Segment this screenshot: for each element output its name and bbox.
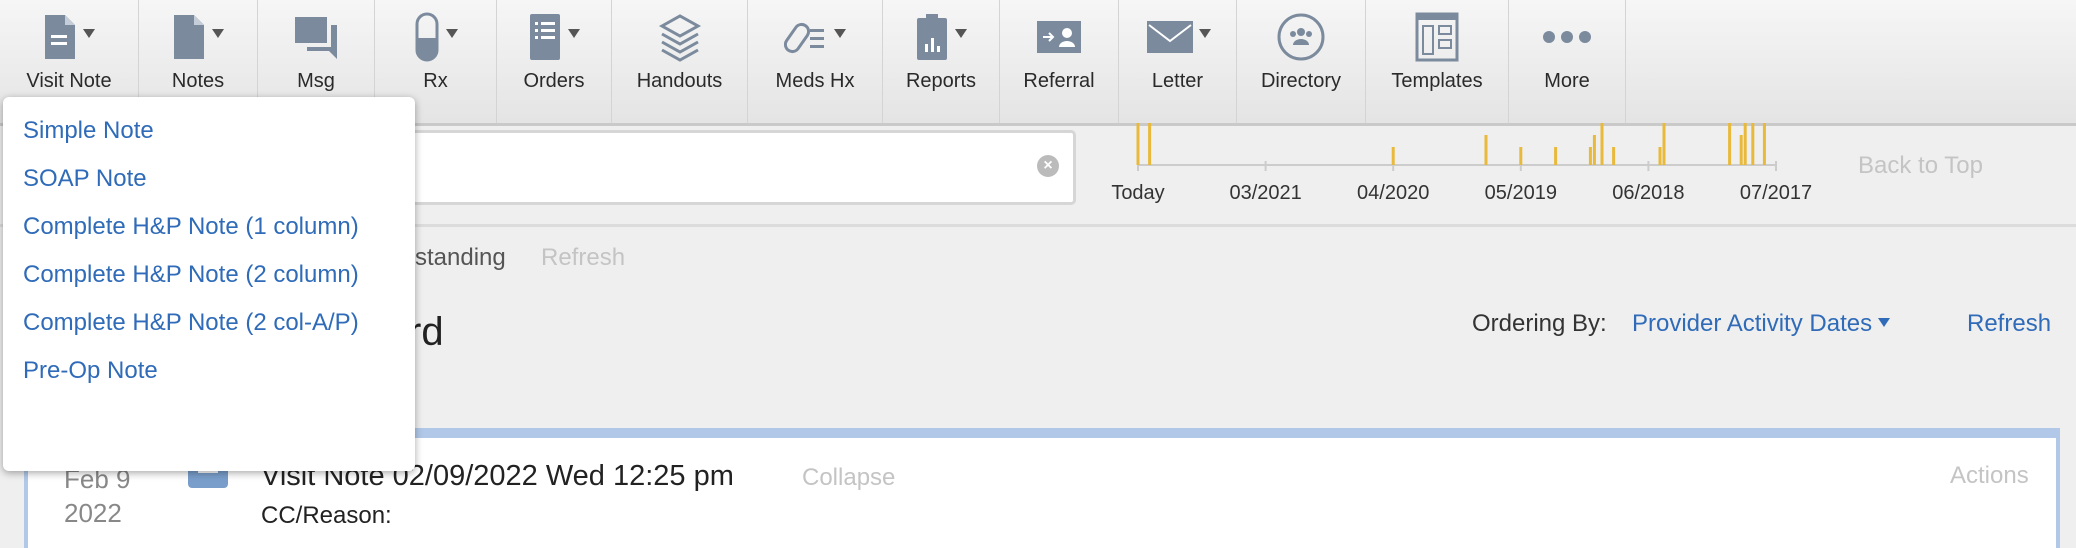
handouts-stack-icon bbox=[658, 12, 702, 62]
toolbar-label: Rx bbox=[423, 70, 448, 92]
toolbar-label: Orders bbox=[523, 70, 585, 92]
templates-icon bbox=[1415, 12, 1459, 62]
ordering-value: Provider Activity Dates bbox=[1632, 310, 1873, 337]
toolbar-button-more[interactable]: More bbox=[1509, 0, 1626, 123]
timeline-bar[interactable] bbox=[1391, 147, 1395, 165]
back-to-top-link[interactable]: Back to Top bbox=[1858, 152, 1983, 180]
caret-down-icon bbox=[445, 28, 458, 38]
timeline-bar[interactable] bbox=[1588, 147, 1592, 165]
timeline-bar[interactable] bbox=[1136, 123, 1140, 165]
ordering-label: Ordering By: bbox=[1472, 310, 1607, 337]
directory-people-icon bbox=[1276, 12, 1326, 62]
toolbar-label: Meds Hx bbox=[775, 70, 855, 92]
toolbar-label: Msg bbox=[297, 70, 335, 92]
ordering-select[interactable]: Provider Activity Dates bbox=[1632, 310, 1891, 338]
timeline-tick-label: Today bbox=[1111, 182, 1165, 204]
toolbar-label: Reports bbox=[905, 70, 977, 92]
timeline-bar[interactable] bbox=[1739, 135, 1743, 165]
visit-note-dropdown-menu: Simple Note SOAP Note Complete H&P Note (1… bbox=[3, 97, 415, 471]
timeline-bar[interactable] bbox=[1662, 123, 1666, 165]
timeline-bar[interactable] bbox=[1148, 123, 1152, 165]
outstanding-filter[interactable]: standing bbox=[415, 244, 506, 272]
entry-year: 2022 bbox=[64, 498, 122, 528]
refresh-link[interactable]: Refresh bbox=[1967, 310, 2051, 338]
clear-search-icon[interactable]: × bbox=[1037, 155, 1059, 177]
actions-link[interactable]: Actions bbox=[1950, 462, 2029, 490]
timeline-bar[interactable] bbox=[1743, 123, 1747, 165]
menu-item[interactable]: Complete H&P Note (2 col-A/P) bbox=[23, 305, 403, 341]
toolbar-label: Letter bbox=[1151, 70, 1204, 92]
meds-history-icon bbox=[784, 17, 828, 57]
envelope-icon bbox=[1145, 17, 1193, 57]
menu-item[interactable]: Complete H&P Note (2 column) bbox=[23, 257, 403, 293]
timeline-tick-label: 05/2019 bbox=[1484, 182, 1557, 204]
toolbar-button-meds-hx[interactable]: Meds Hx bbox=[748, 0, 883, 123]
orders-list-icon bbox=[528, 12, 562, 62]
toolbar-label: Handouts bbox=[636, 70, 723, 92]
notes-icon bbox=[172, 13, 206, 61]
timeline-bar[interactable] bbox=[1751, 123, 1755, 165]
timeline-bar[interactable] bbox=[1484, 135, 1488, 165]
timeline-bar[interactable] bbox=[1658, 147, 1662, 165]
menu-item[interactable]: Simple Note bbox=[23, 113, 403, 149]
toolbar-label: Visit Note bbox=[26, 70, 112, 92]
caret-down-icon bbox=[568, 28, 580, 38]
cc-reason-label: CC/Reason: bbox=[261, 502, 392, 529]
timeline-bar[interactable] bbox=[1554, 147, 1558, 165]
caret-down-icon bbox=[212, 28, 224, 38]
toolbar-label: Directory bbox=[1260, 70, 1341, 92]
timeline-bar[interactable] bbox=[1612, 147, 1616, 165]
toolbar-button-letter[interactable]: Letter bbox=[1119, 0, 1237, 123]
toolbar-label: Templates bbox=[1391, 70, 1483, 92]
referral-icon bbox=[1035, 17, 1083, 57]
menu-item[interactable]: Pre-Op Note bbox=[23, 353, 403, 389]
pill-icon bbox=[414, 12, 440, 62]
timeline-bar[interactable] bbox=[1519, 147, 1523, 165]
caret-down-icon bbox=[834, 28, 846, 38]
timeline-bar[interactable] bbox=[1728, 123, 1732, 165]
visit-note-icon bbox=[43, 13, 77, 61]
caret-down-icon bbox=[1198, 28, 1211, 38]
search-input[interactable]: × bbox=[300, 130, 1076, 205]
timeline-bar[interactable] bbox=[1762, 123, 1766, 165]
timeline-tick-label: 06/2018 bbox=[1612, 182, 1685, 204]
timeline-bar[interactable] bbox=[1600, 123, 1604, 165]
timeline-tick-label: 04/2020 bbox=[1357, 182, 1430, 204]
toolbar-button-directory[interactable]: Directory bbox=[1237, 0, 1366, 123]
toolbar-button-orders[interactable]: Orders bbox=[497, 0, 612, 123]
caret-down-icon bbox=[83, 28, 95, 38]
reports-clipboard-icon bbox=[915, 12, 949, 62]
timeline-tick-label: 03/2021 bbox=[1229, 182, 1302, 204]
timeline-tick-label: 07/2017 bbox=[1739, 182, 1813, 204]
toolbar-label: Referral bbox=[1023, 70, 1095, 92]
chevron-down-icon bbox=[1878, 318, 1891, 327]
message-icon bbox=[293, 13, 339, 61]
toolbar-button-handouts[interactable]: Handouts bbox=[612, 0, 748, 123]
menu-item[interactable]: Complete H&P Note (1 column) bbox=[23, 209, 403, 245]
timeline-bars[interactable] bbox=[1100, 120, 1830, 180]
filter-refresh-link[interactable]: Refresh bbox=[541, 244, 625, 272]
collapse-link[interactable]: Collapse bbox=[802, 464, 895, 492]
menu-item[interactable]: SOAP Note bbox=[23, 161, 403, 197]
toolbar-button-templates[interactable]: Templates bbox=[1366, 0, 1509, 123]
toolbar-label: Notes bbox=[171, 70, 225, 92]
caret-down-icon bbox=[955, 28, 967, 38]
more-dots-icon bbox=[1542, 30, 1592, 44]
toolbar-label: More bbox=[1544, 70, 1590, 92]
toolbar-button-reports[interactable]: Reports bbox=[883, 0, 1000, 123]
timeline-bar[interactable] bbox=[1592, 135, 1596, 165]
activity-timeline[interactable]: Today 03/2021 04/2020 05/2019 06/2018 07/2017 bbox=[1100, 120, 1830, 220]
toolbar-button-referral[interactable]: Referral bbox=[1000, 0, 1119, 123]
